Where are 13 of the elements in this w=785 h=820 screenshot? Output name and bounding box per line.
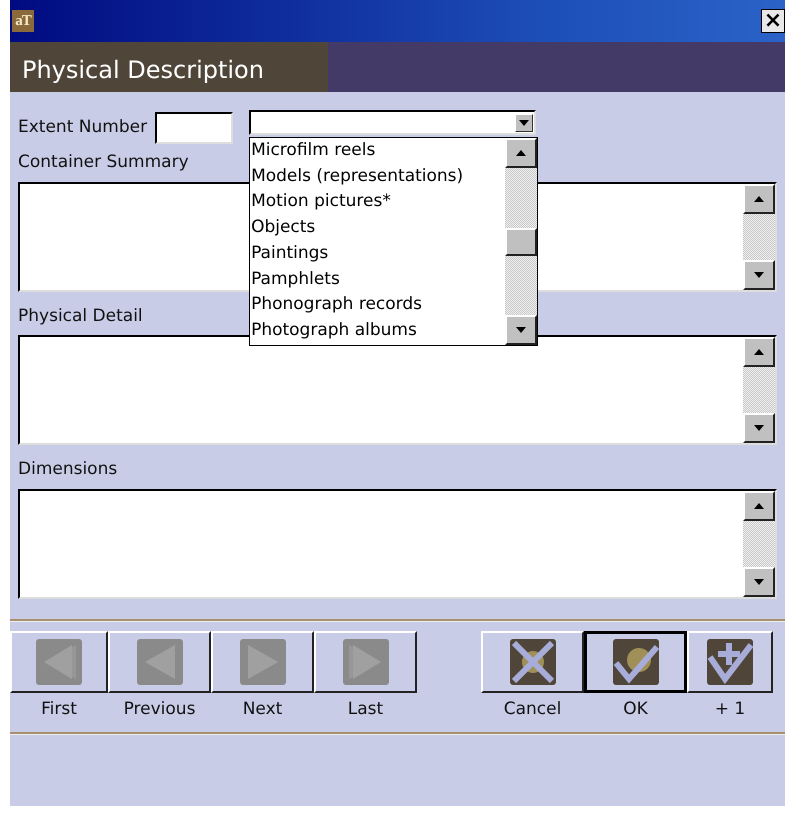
field-label: Dimensions [18,458,118,481]
field-label: Extent Number [18,116,148,140]
button-label: Cancel [502,698,562,720]
button-label: + 1 [714,698,746,720]
button-label: First [40,698,78,720]
button-label: Previous [122,698,196,720]
app-logo: aT [12,10,34,32]
button-label: OK [622,698,649,720]
button-label: Last [346,698,384,720]
page-title: Physical Description [10,42,328,92]
field-label: Physical Detail [18,304,143,328]
field-label: Container Summary [18,151,189,174]
button-label: Next [242,698,284,720]
